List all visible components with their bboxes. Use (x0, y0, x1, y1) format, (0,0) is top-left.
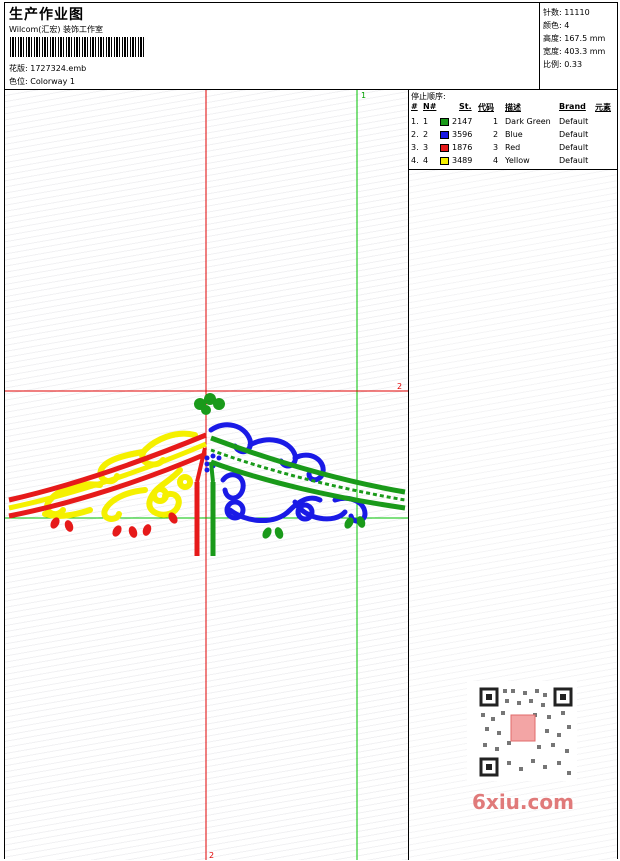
stat-label: 宽度: (543, 47, 562, 56)
row-stitches: 2147 (452, 117, 473, 126)
row-num: 4. (411, 156, 419, 165)
barcode (10, 37, 146, 57)
stop-sequence-table: 停止顺序: # N# St. 代码 描述 Brand 元素 1. 1 2147 … (409, 90, 617, 170)
colorway-label: 色位: (9, 77, 28, 86)
stat-width: 宽度: 403.3 mm (543, 46, 605, 57)
row-code: 3 (493, 143, 499, 152)
stat-label: 比例: (543, 60, 562, 69)
stat-label: 高度: (543, 34, 562, 43)
row-num: 1. (411, 117, 419, 126)
row-n: 2 (423, 130, 429, 139)
table-row: 3. 3 1876 3 Red Default (409, 143, 617, 155)
row-code: 4 (493, 156, 499, 165)
row-desc: Dark Green (505, 117, 551, 126)
row-stitches: 1876 (452, 143, 473, 152)
table-row: 4. 4 3489 4 Yellow Default (409, 156, 617, 168)
row-n: 4 (423, 156, 429, 165)
col-header-num: # (411, 102, 418, 111)
colorway-value: Colorway 1 (30, 77, 75, 86)
stat-value: 403.3 mm (564, 47, 606, 56)
stat-stitches: 针数: 11110 (543, 7, 590, 18)
embroidery-preview: 1 2 2 (5, 90, 408, 860)
design-canvas: 1 2 2 (5, 90, 409, 860)
stat-value: 4 (564, 21, 570, 30)
stat-scale: 比例: 0.33 (543, 59, 582, 70)
qr-code-watermark (467, 681, 577, 781)
row-code: 1 (493, 117, 499, 126)
color-swatch (440, 131, 449, 139)
header-info: 生产作业图 Wilcom(汇宏) 装饰工作室 花版: 1727324.emb 色… (5, 3, 540, 90)
stat-label: 针数: (543, 8, 562, 17)
col-header-desc: 描述 (505, 103, 521, 112)
stat-value: 167.5 mm (564, 34, 606, 43)
row-brand: Default (559, 117, 589, 126)
guide-label-top: 1 (361, 91, 366, 100)
page-title: 生产作业图 (9, 7, 84, 23)
row-n: 1 (423, 117, 429, 126)
row-stitches: 3489 (452, 156, 473, 165)
guide-label-right: 2 (397, 382, 402, 391)
design-file-value: 1727324.emb (30, 64, 87, 73)
col-header-element: 元素 (595, 103, 611, 112)
green-crown (194, 393, 225, 415)
stat-value: 11110 (564, 8, 590, 17)
design-file-label: 花版: (9, 64, 28, 73)
row-desc: Blue (505, 130, 523, 139)
row-n: 3 (423, 143, 429, 152)
stat-label: 颜色: (543, 21, 562, 30)
row-stitches: 3596 (452, 130, 473, 139)
row-num: 3. (411, 143, 419, 152)
site-watermark: 6xiu.com (472, 790, 574, 814)
row-num: 2. (411, 130, 419, 139)
design-stats: 针数: 11110 颜色: 4 高度: 167.5 mm 宽度: 403.3 m… (540, 3, 617, 90)
color-swatch (440, 157, 449, 165)
color-swatch (440, 144, 449, 152)
table-row: 2. 2 3596 2 Blue Default (409, 130, 617, 142)
stat-height: 高度: 167.5 mm (543, 33, 605, 44)
row-brand: Default (559, 143, 589, 152)
row-code: 2 (493, 130, 499, 139)
colorway-line: 色位: Colorway 1 (9, 76, 75, 87)
stop-sequence-label: 停止顺序: (411, 92, 446, 101)
stat-colors: 颜色: 4 (543, 20, 569, 31)
col-header-brand: Brand (559, 102, 586, 111)
stat-value: 0.33 (564, 60, 583, 69)
row-desc: Red (505, 143, 521, 152)
row-desc: Yellow (505, 156, 530, 165)
stamp-seal (510, 714, 536, 742)
green-band-top (210, 435, 406, 495)
guide-label-bottom: 2 (209, 851, 214, 860)
row-brand: Default (559, 130, 589, 139)
qr-code (467, 681, 577, 781)
row-brand: Default (559, 156, 589, 165)
col-header-code: 代码 (478, 103, 494, 112)
studio-name: Wilcom(汇宏) 装饰工作室 (9, 25, 104, 34)
design-file-line: 花版: 1727324.emb (9, 63, 86, 74)
col-header-st: St. (459, 102, 472, 111)
color-swatch (440, 118, 449, 126)
col-header-n: N# (423, 102, 437, 111)
table-row: 1. 1 2147 1 Dark Green Default (409, 117, 617, 129)
